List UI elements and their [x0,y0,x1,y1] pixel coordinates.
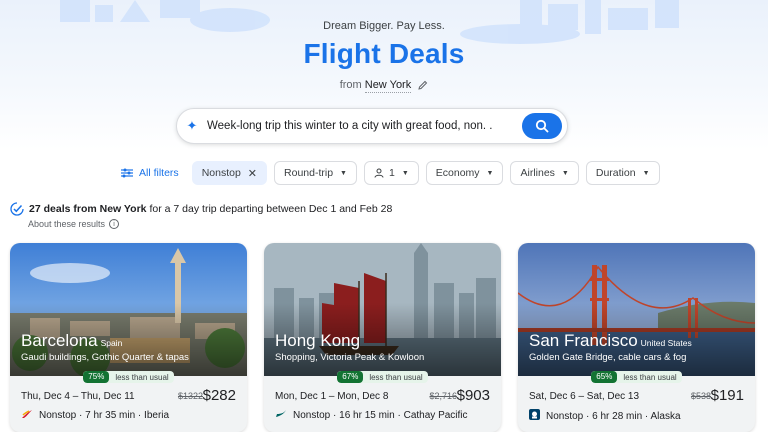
about-label: About these results [28,219,106,229]
flight-info: Nonstop · 6 hr 28 min · Alaska [529,409,681,423]
from-label: from [339,79,362,91]
passengers-dropdown[interactable]: 1 ▼ [363,161,419,185]
destination-city: Barcelona Spain [21,331,122,351]
tagline: Dream Bigger. Pay Less. [323,20,445,32]
flight-details: Nonstop · 6 hr 28 min · Alaska [546,410,681,422]
filters-icon [121,168,133,178]
airlines-label: Airlines [520,167,555,179]
deal-card[interactable]: San Francisco United States Golden Gate B… [518,243,755,432]
sparkle-icon: ✦ [186,118,198,133]
duration-label: Duration [595,167,636,179]
flight-details: Nonstop · 16 hr 15 min · Cathay Pacific [293,410,468,421]
original-price: $1322 [177,391,203,401]
search-icon [535,119,549,133]
city-name: Barcelona [21,331,98,350]
deal-price: $903 [456,387,490,404]
check-badge-icon [10,202,24,216]
discount-badge: 75% less than usual [83,371,174,383]
destination-description: Shopping, Victoria Peak & Kowloon [275,352,425,363]
results-summary: 27 deals from New York for a 7 day trip … [10,202,392,216]
flight-details: Nonstop · 7 hr 35 min · Iberia [39,410,170,421]
chevron-down-icon: ▼ [401,169,409,177]
cathay-logo-icon [275,409,287,422]
alaska-logo-icon [529,409,540,423]
trip-type-dropdown[interactable]: Round-trip ▼ [274,161,357,185]
iberia-logo-icon [21,409,33,422]
origin-row: from New York [0,79,768,93]
destination-city: Hong Kong [275,331,360,351]
chevron-down-icon: ▼ [561,169,569,177]
passengers-count: 1 [388,167,395,179]
chevron-down-icon: ▼ [642,169,650,177]
discount-badge: 67% less than usual [337,371,428,383]
trip-dates: Sat, Dec 6 – Sat, Dec 13 [529,391,640,402]
badge-row: 75% less than usual [10,371,247,383]
trip-dates: Thu, Dec 4 – Thu, Dec 11 [21,391,135,402]
deal-card[interactable]: Barcelona Spain Gaudi buildings, Gothic Q… [10,243,247,432]
original-price: $2,716 [429,391,457,401]
airlines-dropdown[interactable]: Airlines ▼ [510,161,579,185]
discount-label: less than usual [369,372,423,382]
deal-price: $191 [710,387,744,404]
badge-row: 65% less than usual [518,371,755,383]
about-results-link[interactable]: About these results i [28,219,120,229]
discount-percent: 75% [83,371,110,383]
discount-percent: 67% [337,371,364,383]
country-name: United States [640,338,692,348]
pencil-icon[interactable] [418,80,428,93]
cabin-dropdown[interactable]: Economy ▼ [425,161,504,185]
deal-card[interactable]: Hong Kong Shopping, Victoria Peak & Kowl… [264,243,501,432]
chevron-down-icon: ▼ [340,169,347,177]
deal-price: $282 [202,387,236,404]
all-filters-button[interactable]: All filters [115,161,185,185]
filter-bar: All filters Nonstop ✕ Round-trip ▼ 1 ▼ E… [115,161,660,185]
destination-city: San Francisco United States [529,331,692,351]
cabin-label: Economy [435,167,480,179]
city-name: San Francisco [529,331,638,350]
discount-percent: 65% [591,371,618,383]
original-price: $538 [690,391,711,401]
flight-info: Nonstop · 7 hr 35 min · Iberia [21,409,169,422]
country-name: Spain [100,338,123,348]
close-icon[interactable]: ✕ [248,167,257,180]
search-input[interactable]: Week-long trip this winter to a city wit… [207,120,522,132]
hero-banner: Dream Bigger. Pay Less. Flight Deals fro… [0,0,768,150]
person-icon [374,168,384,178]
deal-cards: Barcelona Spain Gaudi buildings, Gothic Q… [10,243,755,432]
badge-row: 67% less than usual [264,371,501,383]
destination-description: Gaudi buildings, Gothic Quarter & tapas [21,352,189,363]
nonstop-label: Nonstop [201,167,241,179]
search-button[interactable] [522,113,562,139]
city-name: Hong Kong [275,331,361,350]
discount-label: less than usual [115,372,169,382]
trip-dates: Mon, Dec 1 – Mon, Dec 8 [275,391,389,402]
destination-description: Golden Gate Bridge, cable cars & fog [529,352,687,363]
chevron-down-icon: ▼ [486,169,494,177]
deal-count: 27 deals from New York [29,203,147,215]
trip-type-label: Round-trip [284,167,334,179]
discount-badge: 65% less than usual [591,371,682,383]
info-icon[interactable]: i [109,219,120,229]
flight-info: Nonstop · 16 hr 15 min · Cathay Pacific [275,409,468,422]
search-bar[interactable]: ✦ Week-long trip this winter to a city w… [176,108,568,144]
page-title: Flight Deals [303,38,465,69]
nonstop-chip[interactable]: Nonstop ✕ [191,161,268,185]
origin-city[interactable]: New York [364,79,412,93]
discount-label: less than usual [623,372,677,382]
all-filters-label: All filters [139,167,179,179]
summary-text: for a 7 day trip departing between Dec 1… [149,203,393,215]
duration-dropdown[interactable]: Duration ▼ [585,161,660,185]
